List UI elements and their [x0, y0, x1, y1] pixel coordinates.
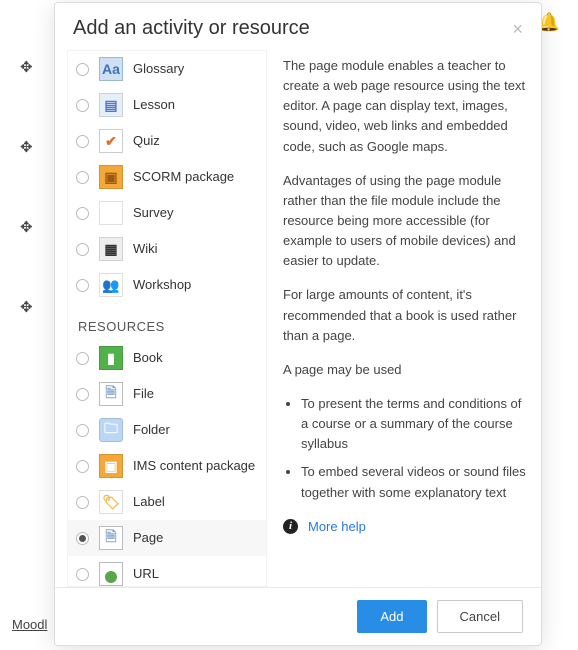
- activity-list[interactable]: Aa Glossary ▤ Lesson ✔ Quiz ▣ SCORM package ▮ Sur…: [67, 50, 267, 587]
- resource-label[interactable]: 🏷 Label: [68, 484, 266, 520]
- radio-icon[interactable]: [76, 496, 89, 509]
- radio-icon[interactable]: [76, 424, 89, 437]
- ims-icon: ▣: [99, 454, 123, 478]
- quiz-icon: ✔: [99, 129, 123, 153]
- resource-ims[interactable]: ▣ IMS content package: [68, 448, 266, 484]
- info-icon: i: [283, 519, 298, 534]
- modal-footer: Add Cancel: [55, 587, 541, 645]
- item-label: Wiki: [133, 241, 258, 257]
- activity-wiki[interactable]: ▦ Wiki: [68, 231, 266, 267]
- desc-paragraph: For large amounts of content, it's recom…: [283, 285, 529, 345]
- radio-icon[interactable]: [76, 171, 89, 184]
- radio-icon[interactable]: [76, 388, 89, 401]
- glossary-icon: Aa: [99, 57, 123, 81]
- radio-icon[interactable]: [76, 460, 89, 473]
- item-label: Page: [133, 530, 258, 546]
- item-label: SCORM package: [133, 169, 258, 185]
- resource-file[interactable]: 🗎 File: [68, 376, 266, 412]
- item-label: URL: [133, 566, 258, 582]
- resource-page[interactable]: 🗎 Page: [68, 520, 266, 556]
- activity-glossary[interactable]: Aa Glossary: [68, 51, 266, 87]
- resource-url[interactable]: URL: [68, 556, 266, 587]
- modal-title: Add an activity or resource: [73, 17, 310, 40]
- resource-book[interactable]: ▮ Book: [68, 340, 266, 376]
- activity-description: The page module enables a teacher to cre…: [267, 50, 535, 587]
- resources-heading: RESOURCES: [68, 303, 266, 340]
- url-icon: [99, 562, 123, 586]
- item-label: IMS content package: [133, 458, 258, 474]
- section-drag-handles: ✥ ✥ ✥ ✥: [20, 58, 33, 316]
- activity-quiz[interactable]: ✔ Quiz: [68, 123, 266, 159]
- item-label: Lesson: [133, 97, 258, 113]
- cancel-button[interactable]: Cancel: [437, 600, 523, 633]
- move-icon[interactable]: ✥: [20, 138, 33, 156]
- folder-icon: 🗀: [99, 418, 123, 442]
- page-icon: 🗎: [99, 526, 123, 550]
- move-icon[interactable]: ✥: [20, 218, 33, 236]
- file-icon: 🗎: [99, 382, 123, 406]
- resource-folder[interactable]: 🗀 Folder: [68, 412, 266, 448]
- desc-bullets: To present the terms and conditions of a…: [283, 394, 529, 503]
- item-label: Survey: [133, 205, 258, 221]
- radio-icon[interactable]: [76, 532, 89, 545]
- item-label: Label: [133, 494, 258, 510]
- modal-header: Add an activity or resource ×: [55, 3, 541, 50]
- add-button[interactable]: Add: [357, 600, 426, 633]
- scorm-icon: ▣: [99, 165, 123, 189]
- item-label: Glossary: [133, 61, 258, 77]
- workshop-icon: 👥: [99, 273, 123, 297]
- more-help-link[interactable]: More help: [308, 517, 366, 537]
- desc-paragraph: Advantages of using the page module rath…: [283, 171, 529, 272]
- radio-icon[interactable]: [76, 135, 89, 148]
- modal-body: Aa Glossary ▤ Lesson ✔ Quiz ▣ SCORM package ▮ Sur…: [55, 50, 541, 587]
- activity-survey[interactable]: ▮ Survey: [68, 195, 266, 231]
- wiki-icon: ▦: [99, 237, 123, 261]
- activity-lesson[interactable]: ▤ Lesson: [68, 87, 266, 123]
- radio-icon[interactable]: [76, 352, 89, 365]
- radio-icon[interactable]: [76, 207, 89, 220]
- book-icon: ▮: [99, 346, 123, 370]
- desc-bullet: To present the terms and conditions of a…: [301, 394, 529, 454]
- label-i-icon: 🏷: [99, 490, 123, 514]
- help-row: i More help: [283, 517, 529, 537]
- desc-paragraph: The page module enables a teacher to cre…: [283, 56, 529, 157]
- item-label: Workshop: [133, 277, 258, 293]
- item-label: File: [133, 386, 258, 402]
- item-label: Quiz: [133, 133, 258, 149]
- item-label: Book: [133, 350, 258, 366]
- activity-workshop[interactable]: 👥 Workshop: [68, 267, 266, 303]
- footer-link[interactable]: Moodl: [12, 617, 47, 632]
- radio-icon[interactable]: [76, 99, 89, 112]
- desc-bullet: To embed several videos or sound files t…: [301, 462, 529, 502]
- lesson-icon: ▤: [99, 93, 123, 117]
- radio-icon[interactable]: [76, 568, 89, 581]
- desc-paragraph: A page may be used: [283, 360, 529, 380]
- radio-icon[interactable]: [76, 243, 89, 256]
- move-icon[interactable]: ✥: [20, 58, 33, 76]
- move-icon[interactable]: ✥: [20, 298, 33, 316]
- close-icon[interactable]: ×: [512, 20, 523, 38]
- item-label: Folder: [133, 422, 258, 438]
- activity-chooser-modal: Add an activity or resource × Aa Glossary…: [54, 2, 542, 646]
- radio-icon[interactable]: [76, 279, 89, 292]
- survey-icon: ▮: [99, 201, 123, 225]
- radio-icon[interactable]: [76, 63, 89, 76]
- activity-scorm[interactable]: ▣ SCORM package: [68, 159, 266, 195]
